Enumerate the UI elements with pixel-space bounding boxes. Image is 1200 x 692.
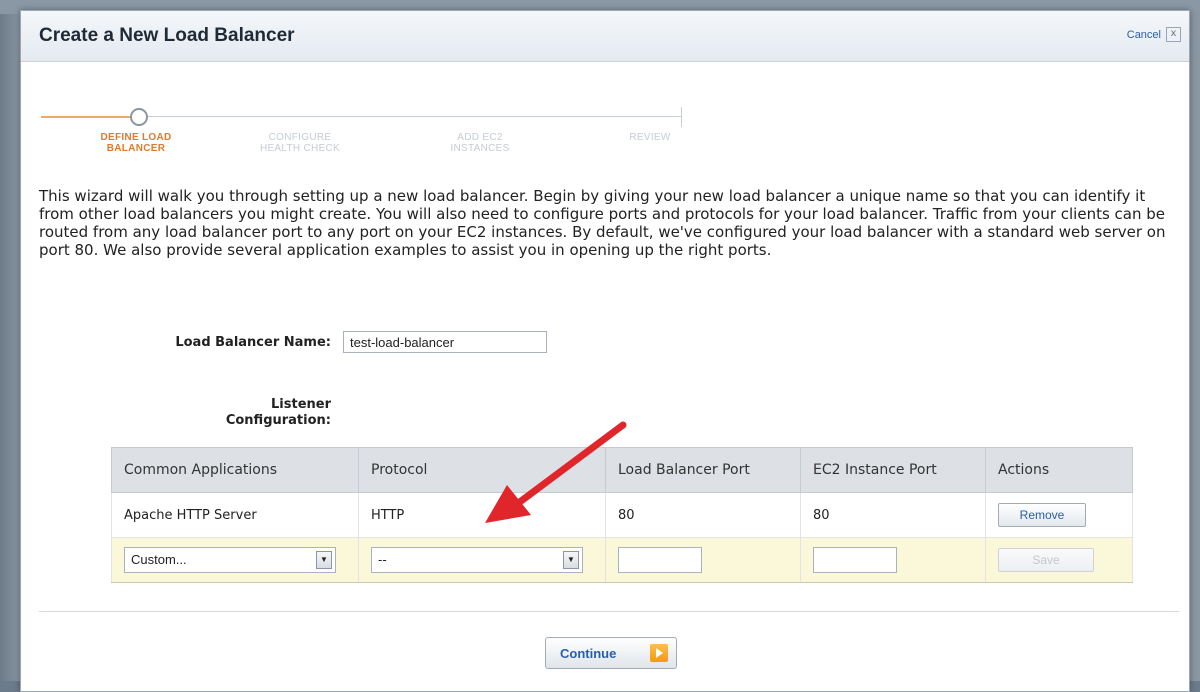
cell-protocol-select: -- ▼ (358, 537, 606, 583)
load-balancer-name-input[interactable] (343, 331, 547, 353)
listener-configuration-label: Listener Configuration: (121, 397, 331, 429)
column-header-load-balancer-port: Load Balancer Port (605, 447, 801, 493)
step-label-line2: INSTANCES (450, 143, 510, 154)
step-define-load-balancer: DEFINE LOAD BALANCER (71, 132, 201, 154)
dialog-header: Create a New Load Balancer Cancel x (21, 11, 1189, 62)
step-label-line2: BALANCER (106, 143, 166, 154)
save-button[interactable]: Save (998, 548, 1094, 572)
cell-load-balancer-port-input (605, 537, 801, 583)
cell-application: Apache HTTP Server (111, 492, 359, 538)
cell-actions: Remove (985, 492, 1133, 538)
load-balancer-name-label: Load Balancer Name: (175, 335, 331, 350)
selected-application: Custom... (131, 552, 187, 567)
annotation-arrow-icon (485, 421, 627, 523)
step-label-line1: ADD EC2 (457, 132, 503, 143)
step-configure-health-check: CONFIGURE HEALTH CHECK (235, 132, 365, 154)
new-listener-row: Custom... ▼ -- ▼ Save (111, 537, 1133, 583)
cell-instance-port-input (800, 537, 986, 583)
wizard-progress: DEFINE LOAD BALANCER CONFIGURE HEALTH CH… (41, 95, 682, 165)
cell-load-balancer-port: 80 (605, 492, 801, 538)
column-header-actions: Actions (985, 447, 1133, 493)
footer-divider (39, 611, 1179, 612)
progress-end-marker (681, 107, 682, 127)
protocol-select[interactable]: -- ▼ (371, 547, 583, 573)
chevron-down-icon[interactable]: ▼ (563, 551, 579, 569)
play-arrow-icon (650, 644, 668, 662)
step-label-line1: DEFINE LOAD (100, 132, 172, 143)
load-balancer-port-input[interactable] (618, 547, 702, 573)
current-step-indicator-icon (130, 108, 148, 126)
cell-application-select: Custom... ▼ (111, 537, 359, 583)
chevron-down-icon[interactable]: ▼ (316, 551, 332, 569)
close-icon[interactable]: x (1166, 27, 1181, 42)
instance-port-input[interactable] (813, 547, 897, 573)
create-load-balancer-dialog: Create a New Load Balancer Cancel x DEFI… (20, 10, 1190, 692)
listener-label-line2: Configuration: (225, 413, 331, 428)
continue-button[interactable]: Continue (545, 637, 677, 669)
cancel-link[interactable]: Cancel (1127, 29, 1161, 41)
remove-button[interactable]: Remove (998, 503, 1086, 527)
step-add-ec2-instances: ADD EC2 INSTANCES (415, 132, 545, 154)
progress-line-active (41, 116, 131, 118)
dialog-title: Create a New Load Balancer (39, 25, 295, 46)
step-review: REVIEW (585, 132, 715, 143)
column-header-ec2-instance-port: EC2 Instance Port (800, 447, 986, 493)
cell-save: Save (985, 537, 1133, 583)
step-label-line1: CONFIGURE (268, 132, 332, 143)
progress-line (147, 116, 681, 117)
listener-label-line1: Listener (271, 397, 331, 412)
step-label-line2: HEALTH CHECK (259, 143, 341, 154)
cell-instance-port: 80 (800, 492, 986, 538)
column-header-common-applications: Common Applications (111, 447, 359, 493)
step-label-line1: REVIEW (629, 132, 671, 143)
background-app-left (0, 14, 20, 681)
selected-protocol: -- (378, 552, 387, 567)
common-application-select[interactable]: Custom... ▼ (124, 547, 336, 573)
continue-label: Continue (560, 646, 617, 661)
wizard-intro-text: This wizard will walk you through settin… (39, 187, 1166, 259)
